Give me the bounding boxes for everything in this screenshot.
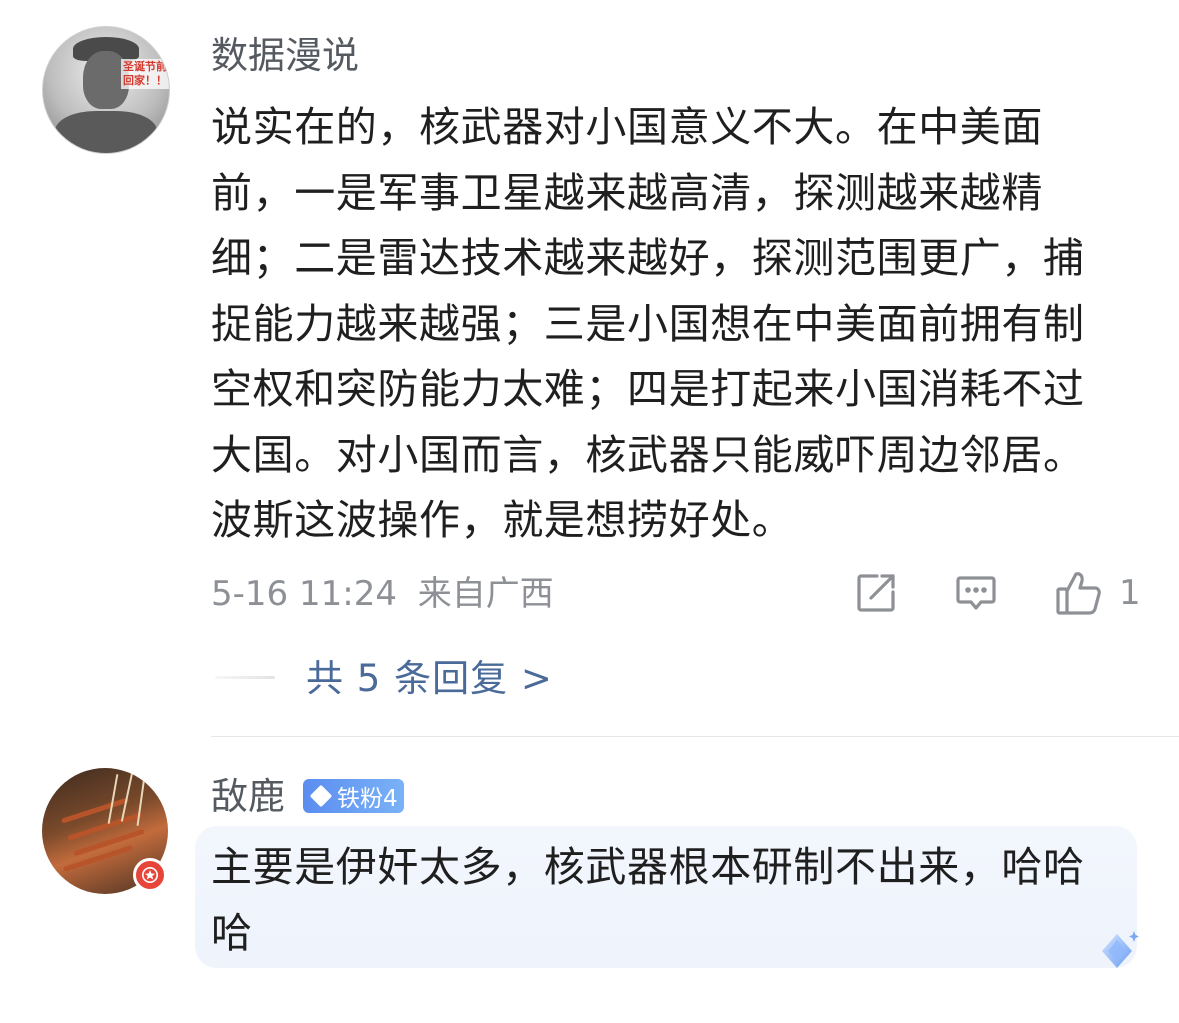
like-button[interactable]: 1 xyxy=(1055,570,1141,616)
comment-location: 来自广西 xyxy=(417,574,554,614)
comment-icon xyxy=(956,576,996,610)
fan-level-badge[interactable]: 铁粉4 xyxy=(303,779,404,813)
avatar-photo-detail xyxy=(107,774,119,824)
sparkle-diamond-icon xyxy=(1102,931,1139,968)
star-icon xyxy=(141,866,159,884)
diamond-icon xyxy=(309,784,333,808)
fan-level-label: 铁粉4 xyxy=(337,786,398,812)
comment-username[interactable]: 敌鹿 xyxy=(211,775,285,819)
avatar-photo-detail xyxy=(62,844,134,873)
comment-username[interactable]: 数据漫说 xyxy=(211,34,359,78)
avatar-photo-detail xyxy=(136,776,146,826)
comment-timestamp: 5-16 11:24 xyxy=(211,574,397,614)
comment-text: 主要是伊奸太多，核武器根本研制不出来，哈哈哈 xyxy=(211,843,1085,957)
avatar-caption: 圣诞节前 回家！！ xyxy=(121,59,169,89)
view-replies-link[interactable]: 共 5 条回复 > xyxy=(306,656,553,702)
share-icon xyxy=(857,574,895,612)
comment-divider xyxy=(211,736,1179,737)
share-button[interactable] xyxy=(855,570,899,616)
thread-indicator xyxy=(215,676,275,679)
thumbs-up-icon xyxy=(1056,572,1101,615)
verified-badge xyxy=(133,858,167,892)
reply-button[interactable] xyxy=(955,570,999,616)
comment-text: 说实在的，核武器对小国意义不大。在中美面前，一是军事卫星越来越高清，探测越来越精… xyxy=(211,103,1085,544)
like-count: 1 xyxy=(1119,573,1141,613)
user-avatar-shuju[interactable]: 圣诞节前 回家！！ xyxy=(42,26,170,154)
avatar-body xyxy=(55,111,157,153)
comment-meta: 5-16 11:24 来自广西 xyxy=(211,573,554,615)
